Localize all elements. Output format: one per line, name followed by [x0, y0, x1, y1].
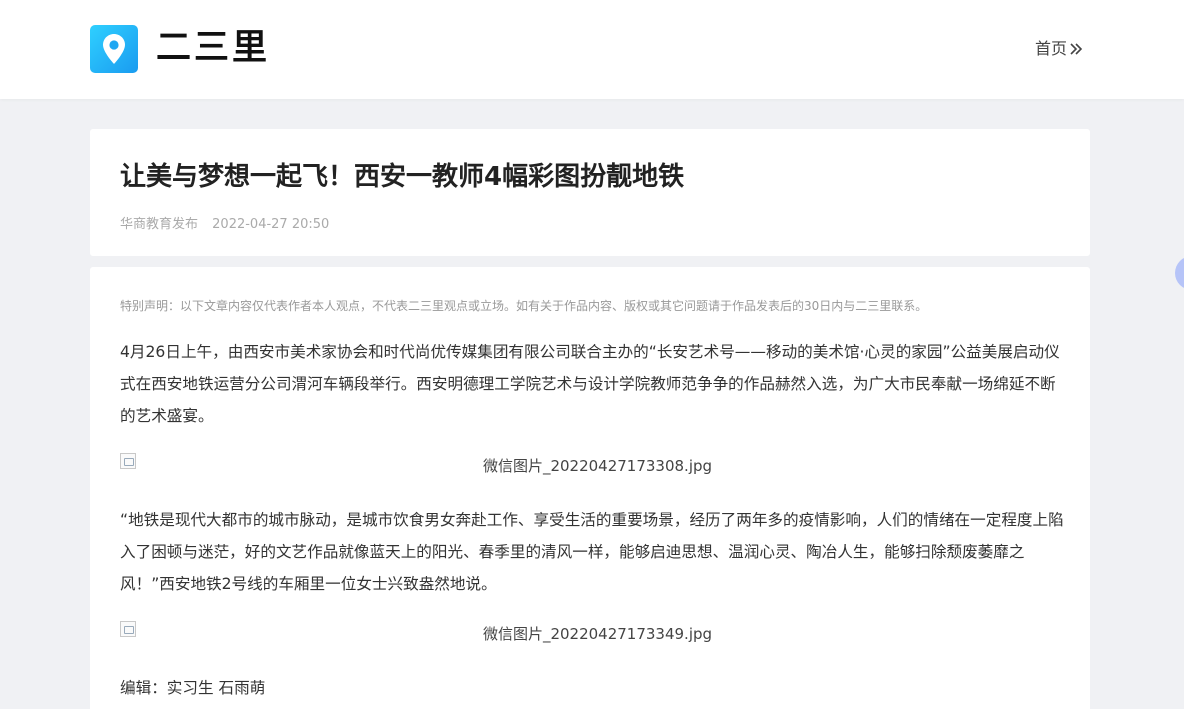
article-header-card: 让美与梦想一起飞！西安一教师4幅彩图扮靓地铁 华商教育发布 2022-04-27…: [90, 129, 1090, 256]
top-navigation-bar: 二三里 首页: [0, 0, 1184, 99]
article-meta: 华商教育发布 2022-04-27 20:50: [120, 216, 329, 234]
article-paragraph: 4月26日上午，由西安市美术家协会和时代尚优传媒集团有限公司联合主办的“长安艺术…: [120, 343, 1060, 425]
article-image[interactable]: 微信图片_20220427173349.jpg: [120, 621, 1065, 649]
article-body-card: 特别声明：以下文章内容仅代表作者本人观点，不代表二三里观点或立场。如有关于作品内…: [90, 267, 1090, 709]
floating-side-button[interactable]: [1175, 256, 1184, 290]
image-caption: 微信图片_20220427173349.jpg: [482, 625, 713, 643]
map-pin-icon[interactable]: [90, 25, 138, 73]
article-title: 让美与梦想一起飞！西安一教师4幅彩图扮靓地铁: [120, 162, 685, 192]
article-image[interactable]: 微信图片_20220427173308.jpg: [120, 453, 1065, 481]
article-date: 2022-04-27 20:50: [212, 217, 330, 232]
disclaimer: 特别声明：以下文章内容仅代表作者本人观点，不代表二三里观点或立场。如有关于作品内…: [120, 299, 928, 313]
home-link-label: 首页: [1035, 39, 1068, 58]
article-paragraph: “地铁是现代大都市的城市脉动，是城市饮食男女奔赴工作、享受生活的重要场景，经历了…: [120, 511, 1064, 593]
article-editor: 编辑：实习生 石雨萌: [120, 679, 266, 697]
site-name[interactable]: 二三里: [156, 26, 270, 70]
double-chevron-right-icon: [1070, 43, 1083, 55]
home-link[interactable]: 首页: [1035, 38, 1083, 60]
image-caption: 微信图片_20220427173308.jpg: [482, 457, 713, 475]
article-source[interactable]: 华商教育发布: [120, 217, 198, 232]
